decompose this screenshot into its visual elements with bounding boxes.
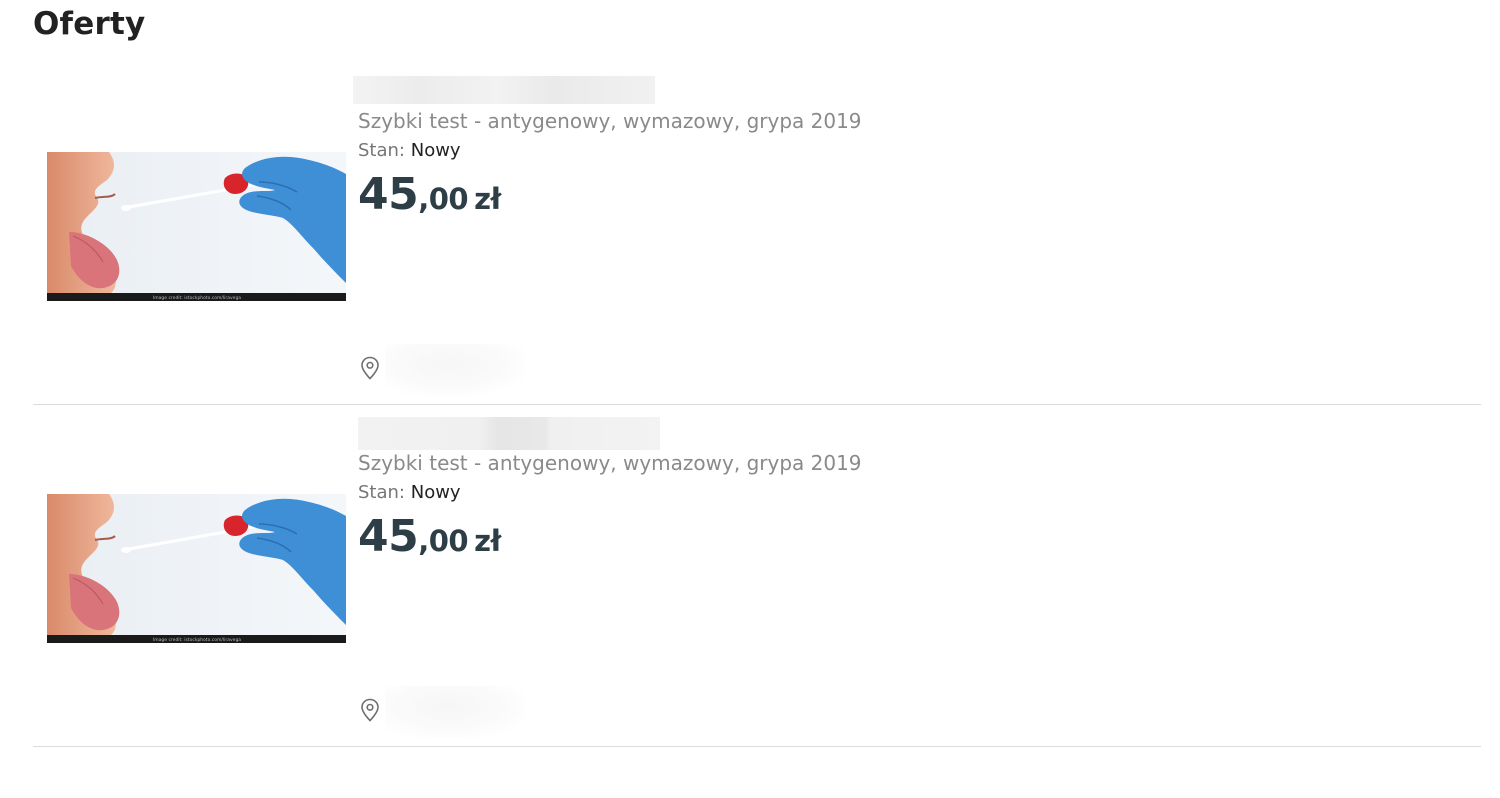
offer-image[interactable]: Image credit: istockphoto.com/liravega: [47, 494, 346, 643]
price-whole: 45: [358, 511, 419, 562]
condition-label: Stan:: [358, 140, 405, 161]
condition-label: Stan:: [358, 482, 405, 503]
offer-image[interactable]: Image credit: istockphoto.com/liravega: [47, 152, 346, 301]
price-currency: zł: [474, 524, 501, 558]
condition-value: Nowy: [410, 482, 461, 503]
location-redacted: [385, 686, 525, 738]
offer-condition: Stan: Nowy: [358, 140, 461, 161]
offer-price: 45,00 zł: [358, 169, 501, 220]
offer-subtitle: Szybki test - antygenowy, wymazowy, gryp…: [358, 109, 862, 133]
offer-subtitle: Szybki test - antygenowy, wymazowy, gryp…: [358, 451, 862, 475]
image-credit: Image credit: istockphoto.com/liravega: [153, 637, 241, 643]
location-pin-icon: [360, 356, 380, 380]
page-title: Oferty: [33, 6, 146, 42]
condition-value: Nowy: [410, 140, 461, 161]
image-credit: Image credit: istockphoto.com/liravega: [153, 295, 241, 301]
price-whole: 45: [358, 169, 419, 220]
price-fraction: ,00: [418, 182, 469, 216]
price-currency: zł: [474, 182, 501, 216]
offer-condition: Stan: Nowy: [358, 482, 461, 503]
offers-page: Oferty Image credit: istockphoto.com/lir…: [0, 0, 1500, 798]
location-redacted: [385, 344, 525, 396]
offer-card[interactable]: Image credit: istockphoto.com/liravega S…: [33, 404, 1481, 747]
location-pin-icon: [360, 698, 380, 722]
offer-card[interactable]: Image credit: istockphoto.com/liravega S…: [33, 62, 1481, 405]
offer-title-redacted[interactable]: [353, 76, 655, 104]
offer-title-redacted[interactable]: [358, 417, 660, 450]
offer-price: 45,00 zł: [358, 511, 501, 562]
price-fraction: ,00: [418, 524, 469, 558]
